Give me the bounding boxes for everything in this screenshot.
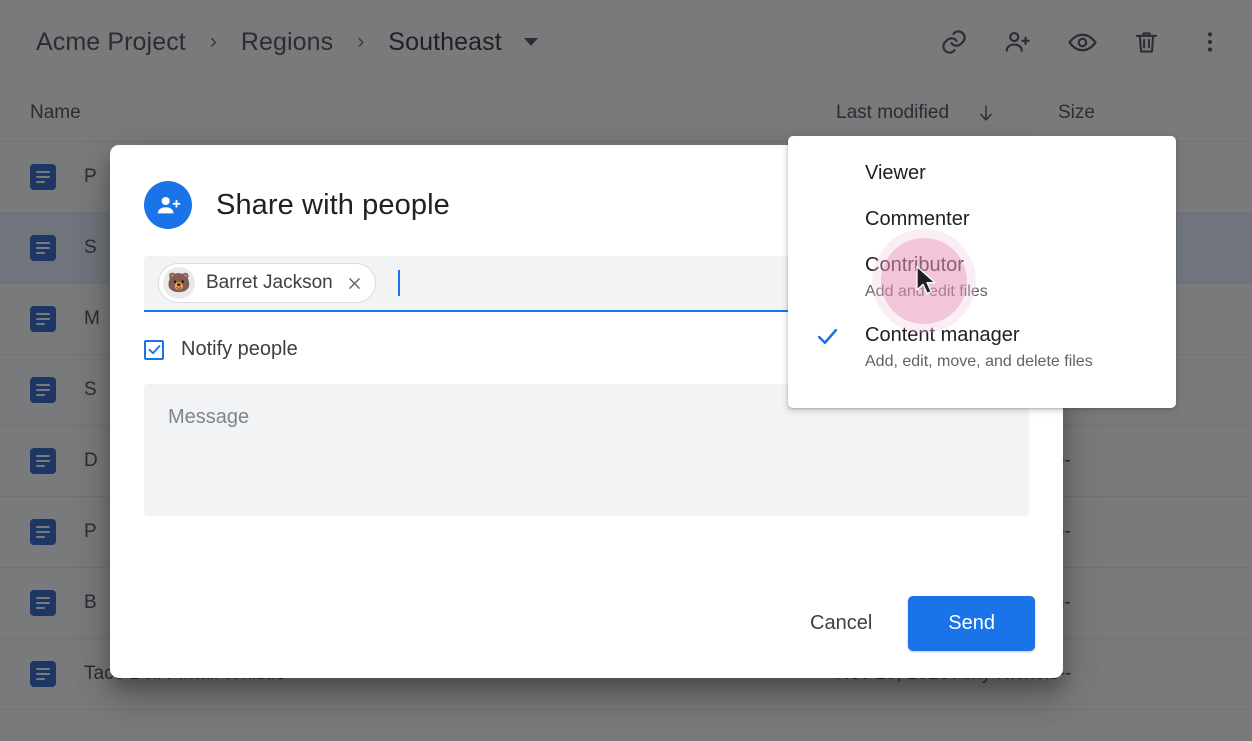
role-menu-item-content-manager[interactable]: Content manager Add, edit, move, and dele… bbox=[788, 312, 1176, 382]
person-chip-label: Barret Jackson bbox=[206, 272, 333, 293]
role-menu-item-text: Commenter bbox=[865, 205, 969, 233]
role-menu-item-label: Viewer bbox=[865, 162, 926, 184]
cancel-button[interactable]: Cancel bbox=[788, 600, 894, 647]
notify-checkbox[interactable] bbox=[144, 339, 164, 360]
dialog-footer: Cancel Send bbox=[788, 596, 1035, 651]
avatar: 🐻 bbox=[163, 267, 195, 299]
role-menu-item-viewer[interactable]: Viewer bbox=[788, 150, 1176, 196]
check-icon bbox=[815, 324, 840, 349]
person-add-icon bbox=[144, 181, 192, 229]
role-menu-item-label: Contributor bbox=[865, 254, 964, 276]
role-dropdown-menu: Viewer Commenter Contributor Add and edit f… bbox=[788, 136, 1176, 408]
role-menu-item-text: Viewer bbox=[865, 159, 926, 187]
send-button[interactable]: Send bbox=[908, 596, 1035, 651]
role-menu-item-text: Content manager Add, edit, move, and dele… bbox=[865, 321, 1093, 373]
role-menu-item-contributor[interactable]: Contributor Add and edit files bbox=[788, 242, 1176, 312]
person-chip[interactable]: 🐻 Barret Jackson bbox=[158, 263, 376, 303]
text-cursor bbox=[397, 270, 400, 296]
role-menu-item-text: Contributor Add and edit files bbox=[865, 251, 988, 303]
notify-checkbox-label: Notify people bbox=[181, 338, 298, 360]
role-menu-item-label: Commenter bbox=[865, 208, 970, 230]
app-root: Acme Project › Regions › Southeast bbox=[0, 0, 1252, 741]
role-menu-item-description: Add, edit, move, and delete files bbox=[865, 353, 1093, 370]
role-menu-item-commenter[interactable]: Commenter bbox=[788, 196, 1176, 242]
role-menu-item-description: Add and edit files bbox=[865, 283, 988, 300]
role-menu-item-label: Content manager bbox=[865, 324, 1020, 346]
dialog-title: Share with people bbox=[216, 188, 450, 221]
close-icon[interactable] bbox=[346, 275, 363, 292]
